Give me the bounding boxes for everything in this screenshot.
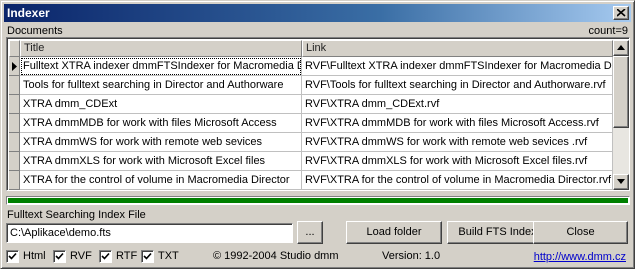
scroll-down-button[interactable] [613,174,629,190]
cell-link[interactable]: RVF\XTRA dmm_CDExt.rvf [302,95,613,114]
table-row[interactable]: XTRA dmmXLS for work with Microsoft Exce… [9,152,613,171]
table-row[interactable]: Fulltext XTRA indexer dmmFTSIndexer for … [9,57,613,76]
row-indicator [9,57,20,76]
cell-title[interactable]: XTRA dmmWS for work with remote web sevi… [20,133,302,152]
vertical-scrollbar[interactable] [613,40,629,190]
column-header-title[interactable]: Title [20,40,302,57]
cell-title[interactable]: XTRA dmm_CDExt [20,95,302,114]
table-row[interactable]: XTRA dmmMDB for work with files Microsof… [9,114,613,133]
version-text: Version: 1.0 [382,250,441,262]
triangle-right-icon [12,62,17,71]
arrow-down-icon [617,179,625,184]
scroll-thumb[interactable] [613,56,629,128]
row-indicator [9,95,20,114]
copyright-text: © 1992-2004 Studio dmm [213,250,339,262]
close-window-button[interactable] [613,6,629,20]
row-indicator [9,114,20,133]
cell-title[interactable]: Tools for fulltext searching in Director… [20,76,302,95]
checkbox-label: RVF [70,250,92,262]
window-title: Indexer [7,6,50,20]
cell-link[interactable]: RVF\XTRA dmmXLS for work with Microsoft … [302,152,613,171]
close-button[interactable]: Close [533,221,628,244]
cell-link[interactable]: RVF\XTRA dmmMDB for work with files Micr… [302,114,613,133]
checkbox-box[interactable] [141,250,154,263]
website-link[interactable]: http://www.dmm.cz [534,251,626,263]
checkmark-icon [143,252,152,260]
table-row[interactable]: XTRA dmmWS for work with remote web sevi… [9,133,613,152]
checkbox-box[interactable] [99,250,112,263]
index-file-input[interactable] [6,223,293,243]
checkmark-icon [8,252,17,260]
checkbox-html[interactable]: Html [6,250,48,264]
index-file-label: Fulltext Searching Index File [7,209,146,221]
cell-link[interactable]: RVF\Tools for fulltext searching in Dire… [302,76,613,95]
cell-link[interactable]: RVF\Fulltext XTRA indexer dmmFTSIndexer … [302,57,613,76]
arrow-up-icon [617,45,625,50]
progress-fill [8,198,628,203]
cell-link[interactable]: RVF\XTRA for the control of volume in Ma… [302,171,613,190]
document-count: count=9 [588,25,628,37]
checkbox-label: Html [23,250,46,262]
checkbox-txt[interactable]: TXT [141,250,183,264]
checkbox-label: TXT [158,250,179,262]
checkmark-icon [55,252,64,260]
row-indicator [9,171,20,190]
checkbox-rtf[interactable]: RTF [99,250,141,264]
load-folder-button[interactable]: Load folder [346,221,442,244]
cell-title[interactable]: Fulltext XTRA indexer dmmFTSIndexer for … [20,57,302,76]
cell-title[interactable]: XTRA dmmXLS for work with Microsoft Exce… [20,152,302,171]
browse-button[interactable]: ... [297,221,323,244]
checkbox-rvf[interactable]: RVF [53,250,95,264]
indexing-progress-bar [6,196,630,205]
close-icon [617,9,626,17]
checkbox-box[interactable] [6,250,19,263]
table-row[interactable]: Tools for fulltext searching in Director… [9,76,613,95]
documents-grid[interactable]: Title Link Fulltext XTRA indexer dmmFTSI… [6,37,630,191]
row-indicator [9,76,20,95]
column-header-link[interactable]: Link [302,40,613,57]
cell-title[interactable]: XTRA dmmMDB for work with files Microsof… [20,114,302,133]
documents-label: Documents [7,25,63,37]
title-bar[interactable]: Indexer [4,4,631,22]
checkbox-box[interactable] [53,250,66,263]
table-row[interactable]: XTRA dmm_CDExt RVF\XTRA dmm_CDExt.rvf [9,95,613,114]
checkbox-label: RTF [116,250,138,262]
row-indicator [9,152,20,171]
cell-title[interactable]: XTRA for the control of volume in Macrom… [20,171,302,190]
cell-link[interactable]: RVF\XTRA dmmWS for work with remote web … [302,133,613,152]
indexer-window: Indexer Documents count=9 Title Link Ful… [0,0,635,269]
row-indicator [9,133,20,152]
table-row[interactable]: XTRA for the control of volume in Macrom… [9,171,613,190]
scroll-up-button[interactable] [613,40,629,56]
grid-corner [9,40,20,57]
checkmark-icon [101,252,110,260]
